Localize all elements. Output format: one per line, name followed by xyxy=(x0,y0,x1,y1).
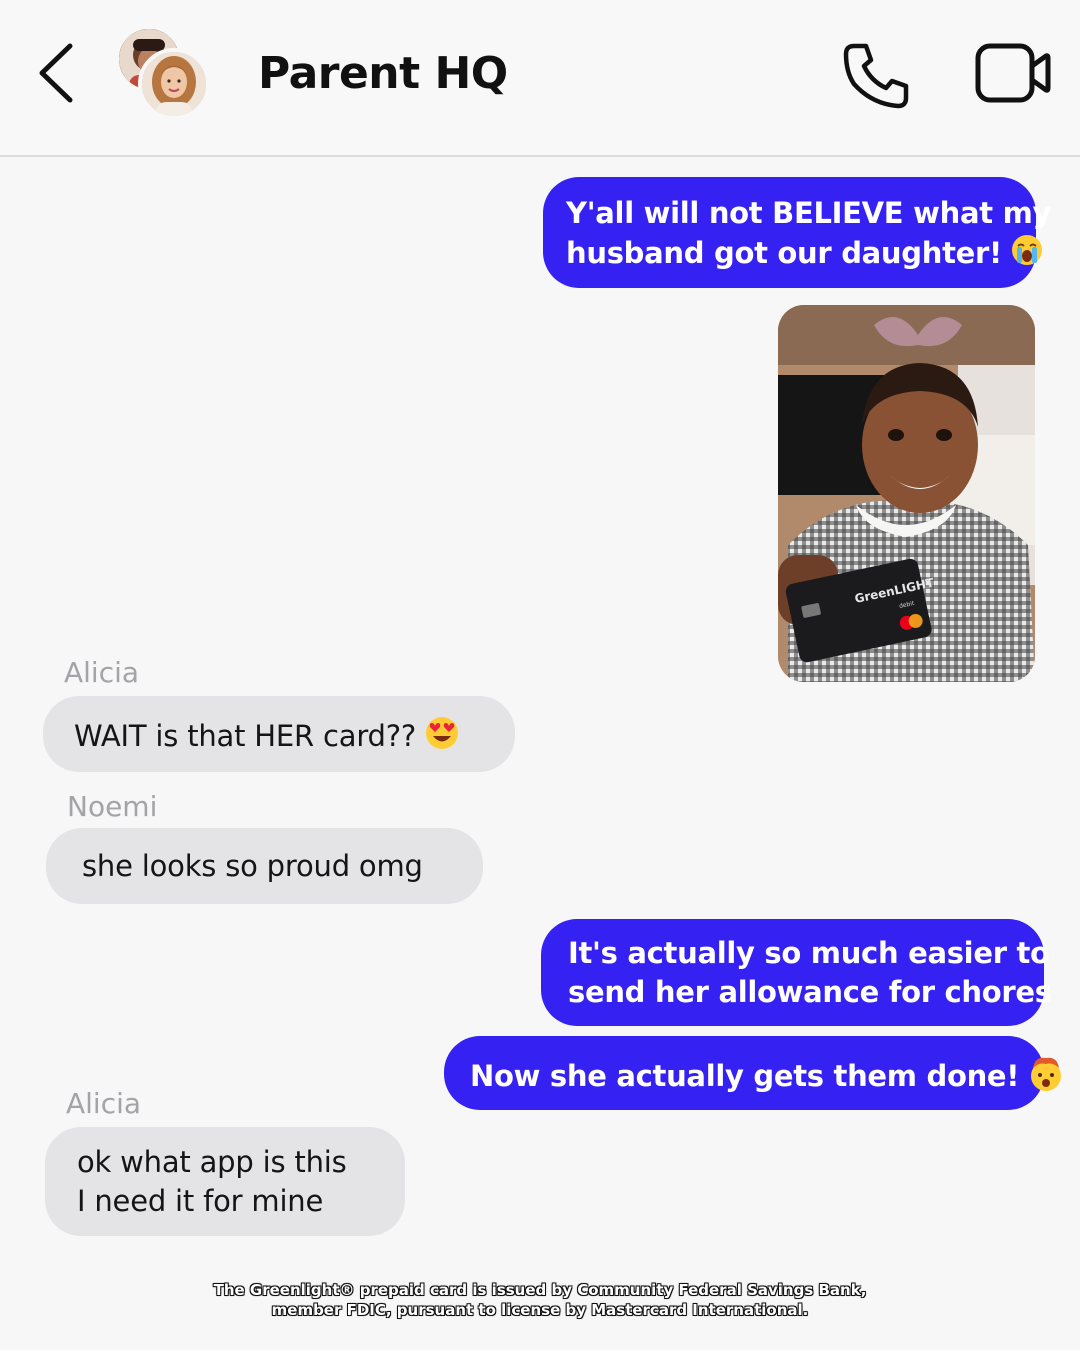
sender-name: Alicia xyxy=(64,656,140,689)
back-button[interactable] xyxy=(30,36,90,110)
sent-message[interactable]: It's actually so much easier to send her… xyxy=(541,919,1052,1026)
message-text: ok what app is this xyxy=(77,1145,347,1179)
chat-screen: Parent HQ Y'all will not BELIEVE what my… xyxy=(0,0,1080,1350)
sender-name: Noemi xyxy=(67,790,158,823)
message-text: Y'all will not BELIEVE what my xyxy=(566,196,1052,230)
sender-name: Alicia xyxy=(66,1087,142,1120)
received-message[interactable]: she looks so proud omg xyxy=(46,828,483,904)
legal-disclaimer: The Greenlight® prepaid card is issued b… xyxy=(0,1280,1080,1320)
message-text: she looks so proud omg xyxy=(82,849,423,883)
disclaimer-line: The Greenlight® prepaid card is issued b… xyxy=(213,1281,867,1299)
message-text: husband got our daughter! xyxy=(566,233,1042,277)
sent-message[interactable]: Y'all will not BELIEVE what my husband g… xyxy=(543,177,1052,288)
received-message[interactable]: WAIT is that HER card?? xyxy=(43,696,515,772)
chevron-left-icon xyxy=(39,43,73,103)
message-text: send her allowance for chores xyxy=(568,975,1052,1009)
avatar-member-2 xyxy=(138,48,210,120)
video-camera-icon xyxy=(975,43,1051,103)
sent-photo[interactable]: GreenLIGHT debit xyxy=(778,305,1035,682)
exploding-head-icon xyxy=(1027,1054,1065,1102)
loudly-crying-face-icon xyxy=(1010,233,1044,277)
phone-icon xyxy=(843,43,909,109)
message-text: It's actually so much easier to xyxy=(568,936,1050,970)
received-message[interactable]: ok what app is this I need it for mine xyxy=(45,1127,405,1236)
message-text: Now she actually gets them done! xyxy=(470,1054,1062,1102)
sent-message[interactable]: Now she actually gets them done! xyxy=(444,1036,1062,1110)
disclaimer-line: member FDIC, pursuant to license by Mast… xyxy=(271,1301,809,1319)
group-avatar[interactable] xyxy=(116,26,216,122)
voice-call-button[interactable] xyxy=(840,38,914,112)
chat-title: Parent HQ xyxy=(258,48,508,99)
message-text: WAIT is that HER card?? xyxy=(74,715,515,761)
chat-header: Parent HQ xyxy=(0,0,1080,157)
heart-eyes-face-icon xyxy=(424,715,460,761)
video-call-button[interactable] xyxy=(974,40,1054,106)
message-text: I need it for mine xyxy=(77,1184,324,1218)
